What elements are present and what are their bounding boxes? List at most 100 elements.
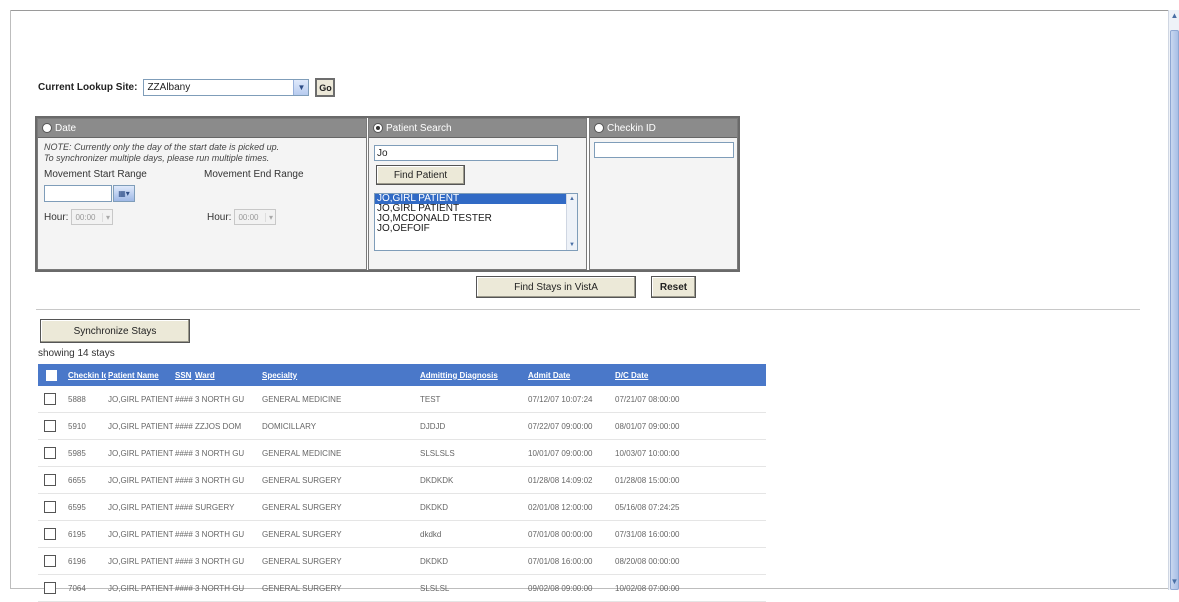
header-checkin-id[interactable]: Checkin Id	[66, 371, 106, 380]
header-ward[interactable]: Ward	[193, 371, 260, 380]
cell-ssn: ####	[175, 475, 193, 485]
checkin-id-input[interactable]	[594, 142, 734, 158]
list-item[interactable]: JO,OEFOIF	[375, 224, 577, 234]
date-panel-header[interactable]: Date	[38, 119, 366, 138]
cell-patient-name: JO,GIRL PATIENT	[108, 556, 173, 566]
start-date-row: ▦▾	[44, 185, 366, 202]
header-patient-name[interactable]: Patient Name	[106, 371, 173, 380]
patient-search-title: Patient Search	[386, 122, 452, 134]
find-patient-button[interactable]: Find Patient	[376, 165, 465, 185]
cell-specialty: GENERAL SURGERY	[262, 583, 342, 593]
row-checkbox[interactable]	[44, 501, 56, 513]
row-checkbox[interactable]	[44, 447, 56, 459]
cell-admitting-diagnosis: TEST	[420, 394, 441, 404]
checkin-id-header[interactable]: Checkin ID	[590, 119, 737, 138]
cell-ssn: ####	[175, 529, 193, 539]
checkin-id-title: Checkin ID	[607, 122, 656, 134]
row-select-cell	[38, 393, 66, 405]
cell-checkin-id: 6655	[68, 475, 86, 485]
cell-specialty: GENERAL SURGERY	[262, 556, 342, 566]
lookup-site-label: Current Lookup Site:	[38, 82, 138, 93]
row-select-cell	[38, 582, 66, 594]
table-header: Checkin Id Patient Name SSN Ward Special…	[38, 364, 766, 386]
cell-ward: 3 NORTH GU	[195, 394, 245, 404]
cell-dc-date: 05/16/08 07:24:25	[615, 502, 680, 512]
select-all-cell	[38, 369, 66, 381]
header-dc-date[interactable]: D/C Date	[613, 371, 703, 380]
cell-specialty: GENERAL MEDICINE	[262, 394, 342, 404]
checkin-id-radio[interactable]	[594, 123, 604, 133]
patient-search-header[interactable]: Patient Search	[369, 119, 586, 138]
row-select-cell	[38, 555, 66, 567]
end-hour-value: 00:00	[238, 212, 259, 222]
cell-admitting-diagnosis: DKDKD	[420, 556, 449, 566]
table-row: 7064 JO,GIRL PATIENT #### 3 NORTH GU GENERAL…	[38, 575, 766, 602]
movement-start-input[interactable]	[44, 185, 112, 202]
movement-end-label: Movement End Range	[204, 169, 304, 180]
cell-patient-name: JO,GIRL PATIENT	[108, 448, 173, 458]
header-specialty[interactable]: Specialty	[260, 371, 418, 380]
cell-ssn: ####	[175, 421, 193, 431]
row-checkbox[interactable]	[44, 393, 56, 405]
row-select-cell	[38, 501, 66, 513]
section-divider	[36, 309, 1140, 310]
header-admitting-diagnosis[interactable]: Admitting Diagnosis	[418, 371, 526, 380]
stays-count: showing 14 stays	[38, 348, 115, 359]
row-select-cell	[38, 420, 66, 432]
range-labels: Movement Start Range Movement End Range	[44, 169, 360, 180]
table-row: 6595 JO,GIRL PATIENT #### SURGERY GENERAL SU…	[38, 494, 766, 521]
row-checkbox[interactable]	[44, 582, 56, 594]
cell-admit-date: 01/28/08 14:09:02	[528, 475, 593, 485]
window-frame-left	[10, 10, 11, 588]
checkin-id-panel: Checkin ID	[589, 118, 738, 270]
go-button[interactable]: Go	[315, 78, 336, 97]
row-checkbox[interactable]	[44, 474, 56, 486]
row-checkbox[interactable]	[44, 420, 56, 432]
row-checkbox[interactable]	[44, 555, 56, 567]
chevron-down-icon[interactable]: ▾	[102, 212, 112, 222]
cell-ward: ZZJOS DOM	[195, 421, 242, 431]
lookup-site-select[interactable]: ZZAlbany ▼	[143, 79, 310, 96]
row-select-cell	[38, 447, 66, 459]
cell-specialty: DOMICILLARY	[262, 421, 317, 431]
calendar-icon[interactable]: ▦▾	[113, 185, 135, 202]
lookup-site-row: Current Lookup Site: ZZAlbany ▼ Go	[38, 78, 336, 97]
select-all-checkbox[interactable]	[46, 369, 57, 381]
table-row: 6195 JO,GIRL PATIENT #### 3 NORTH GU GENERAL…	[38, 521, 766, 548]
end-hour-label: Hour:	[207, 211, 232, 223]
chevron-down-icon[interactable]: ▾	[265, 212, 275, 222]
date-note-line-2: To synchronizer multiple days, please ru…	[44, 153, 270, 163]
date-panel-title: Date	[55, 122, 77, 134]
patient-search-radio[interactable]	[373, 123, 383, 133]
scroll-thumb[interactable]	[1170, 30, 1179, 590]
cell-admitting-diagnosis: DKDKDK	[420, 475, 454, 485]
header-admit-date[interactable]: Admit Date	[526, 371, 613, 380]
patient-results-list[interactable]: JO,GIRL PATIENT JO,GIRL PATIENT JO,MCDON…	[374, 193, 578, 251]
table-row: 6655 JO,GIRL PATIENT #### 3 NORTH GU GENERAL…	[38, 467, 766, 494]
scroll-down-icon[interactable]: ▼	[567, 240, 577, 250]
start-hour-select[interactable]: 00:00 ▾	[71, 209, 114, 225]
row-checkbox[interactable]	[44, 528, 56, 540]
cell-admit-date: 02/01/08 12:00:00	[528, 502, 593, 512]
cell-admitting-diagnosis: DJDJD	[420, 421, 446, 431]
reset-button[interactable]: Reset	[651, 276, 696, 298]
scroll-down-icon[interactable]: ▼	[1170, 576, 1179, 588]
cell-admitting-diagnosis: dkdkd	[420, 529, 442, 539]
header-ssn[interactable]: SSN	[173, 371, 193, 380]
start-hour-value: 00:00	[75, 212, 96, 222]
chevron-down-icon[interactable]: ▼	[293, 80, 309, 95]
table-body: 5888 JO,GIRL PATIENT #### 3 NORTH GU GENERAL…	[38, 386, 766, 602]
find-stays-button[interactable]: Find Stays in VistA	[476, 276, 636, 298]
patient-search-panel: Patient Search Jo Find Patient JO,GIRL P…	[368, 118, 587, 270]
scroll-up-icon[interactable]: ▲	[567, 194, 577, 204]
hour-rows: Hour: 00:00 ▾ Hour: 00:00 ▾	[44, 209, 366, 225]
date-radio[interactable]	[42, 123, 52, 133]
patient-search-input[interactable]: Jo	[374, 145, 558, 161]
cell-admit-date: 10/01/07 09:00:00	[528, 448, 593, 458]
end-hour-select[interactable]: 00:00 ▾	[234, 209, 277, 225]
page-scrollbar[interactable]: ▲ ▼	[1168, 10, 1179, 590]
cell-ssn: ####	[175, 394, 193, 404]
synchronize-stays-button[interactable]: Synchronize Stays	[40, 319, 190, 343]
scroll-up-icon[interactable]: ▲	[1170, 10, 1179, 22]
list-scrollbar[interactable]: ▲ ▼	[566, 194, 577, 250]
